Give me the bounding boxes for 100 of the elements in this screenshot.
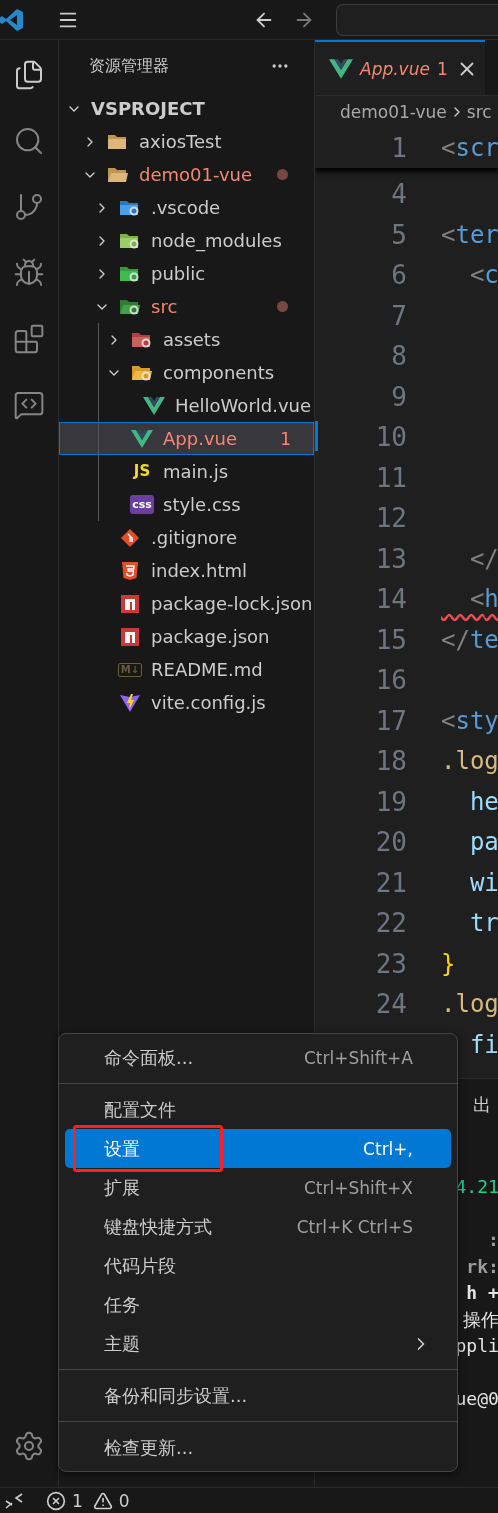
remote-icon[interactable]	[4, 1491, 24, 1510]
folder-icon	[119, 198, 141, 217]
file-name: node_modules	[151, 230, 282, 251]
file-tree-item[interactable]: css style.css	[59, 488, 314, 521]
folder-icon	[131, 363, 153, 382]
file-tree-item[interactable]: index.html	[59, 554, 314, 587]
menu-item[interactable]: 命令面板... Ctrl+Shift+A	[65, 1038, 451, 1077]
file-tree-item[interactable]: vite.config.js	[59, 686, 314, 719]
file-name: axiosTest	[139, 131, 222, 152]
line-number: 17	[374, 705, 407, 736]
code-text: <ter	[441, 220, 498, 249]
panel-tab[interactable]: 出	[472, 1093, 498, 1121]
code-text: <c	[468, 261, 498, 290]
problem-dot	[277, 169, 288, 180]
terminal-text: 4.21	[455, 1175, 498, 1199]
menu-item[interactable]: 检查更新...	[65, 1428, 451, 1467]
line-number: 4	[390, 179, 407, 210]
breadcrumb-item[interactable]: src	[466, 102, 492, 122]
file-tree-item[interactable]: package-lock.json	[59, 587, 314, 620]
code-text: wi	[468, 868, 498, 897]
editor-tab[interactable]: App.vue 1	[315, 40, 485, 95]
folder-icon	[119, 264, 141, 283]
code-text: </te	[441, 625, 498, 654]
terminal-text: 操作	[462, 1307, 498, 1332]
project-header[interactable]: VSPROJECT	[59, 92, 314, 125]
code-text: fi	[468, 1030, 498, 1059]
file-tree-item[interactable]: assets	[59, 323, 314, 356]
file-tree-item[interactable]: .gitignore	[59, 521, 314, 554]
menu-item[interactable]: 代码片段	[65, 1246, 451, 1285]
file-tree-item[interactable]: axiosTest	[59, 125, 314, 158]
line-number: 9	[390, 381, 407, 412]
menu-item[interactable]: 主题	[65, 1324, 451, 1363]
file-name: demo01-vue	[139, 164, 253, 185]
file-name: style.css	[163, 494, 241, 515]
folder-icon	[107, 132, 129, 151]
warning-count: 0	[118, 1490, 130, 1511]
file-tree-item[interactable]: package.json	[59, 620, 314, 653]
file-tree-item[interactable]: components	[59, 356, 314, 389]
code-text: <h	[468, 585, 498, 614]
code-text: <scr	[441, 134, 498, 162]
menu-item[interactable]: 任务	[65, 1285, 451, 1324]
vue-file-icon	[131, 428, 153, 449]
explorer-title: 资源管理器	[89, 55, 169, 77]
file-tree-item[interactable]: HelloWorld.vue	[59, 389, 314, 422]
folder-icon	[131, 330, 153, 349]
app-logo-icon	[0, 7, 24, 32]
code-text: <sty	[441, 706, 498, 735]
menu-item[interactable]: 键盘快捷方式 Ctrl+K Ctrl+S	[65, 1207, 451, 1246]
terminal-text: rk:	[466, 1254, 498, 1279]
file-name: assets	[163, 329, 221, 350]
file-name: README.md	[151, 659, 263, 680]
line-number: 11	[374, 462, 407, 493]
line-number: 15	[374, 624, 407, 655]
code-text: pa	[468, 828, 498, 857]
code-text: tr	[468, 909, 498, 938]
file-tree-item[interactable]: node_modules	[59, 224, 314, 257]
terminal-text: :	[487, 1228, 498, 1252]
file-name: App.vue	[163, 428, 238, 449]
line-number: 23	[374, 948, 407, 979]
line-number: 16	[374, 665, 407, 696]
line-number: 21	[374, 867, 407, 898]
search-field[interactable]	[336, 3, 498, 36]
line-number: 20	[374, 827, 407, 858]
project-name: VSPROJECT	[91, 98, 205, 119]
line-number: 5	[390, 219, 407, 250]
git-file-icon	[120, 527, 140, 548]
file-name: public	[151, 263, 206, 284]
vue-file-icon	[329, 57, 353, 80]
line-number: 6	[390, 260, 407, 291]
npm-file-icon	[120, 626, 140, 647]
terminal-text: h +	[466, 1281, 498, 1305]
code-text: he	[468, 787, 498, 816]
file-tree-item[interactable]: M↓ README.md	[59, 653, 314, 686]
breadcrumb-item[interactable]: demo01-vue	[340, 102, 447, 122]
file-tree-item[interactable]: demo01-vue	[59, 158, 314, 191]
folder-icon	[119, 297, 141, 316]
markdown-file-icon: M↓	[117, 662, 143, 677]
error-count: 1	[72, 1490, 83, 1511]
file-tree-item[interactable]: src	[59, 290, 314, 323]
file-tree-item[interactable]: App.vue 1	[59, 422, 314, 455]
problem-dot	[277, 301, 288, 312]
line-number: 8	[390, 341, 407, 372]
code-text: .log	[441, 990, 498, 1019]
line-number: 12	[374, 503, 407, 534]
folder-icon	[107, 165, 129, 184]
problems-status[interactable]: 1 0	[46, 1490, 130, 1511]
menu-item[interactable]: 备份和同步设置...	[65, 1376, 451, 1415]
file-tree-item[interactable]: .vscode	[59, 191, 314, 224]
menu-item[interactable]: 配置文件	[65, 1090, 451, 1129]
line-number: 24	[374, 989, 407, 1020]
problem-count: 1	[436, 58, 448, 79]
file-name: vite.config.js	[151, 692, 266, 713]
file-tree-item[interactable]: JS main.js	[59, 455, 314, 488]
tab-label: App.vue	[360, 58, 430, 79]
terminal-text: ue@0	[455, 1387, 498, 1411]
menu-item[interactable]: 扩展 Ctrl+Shift+X	[65, 1168, 451, 1207]
css-file-icon: css	[130, 495, 154, 514]
js-file-icon: JS	[133, 464, 151, 479]
file-tree-item[interactable]: public	[59, 257, 314, 290]
vite-file-icon	[119, 692, 141, 713]
